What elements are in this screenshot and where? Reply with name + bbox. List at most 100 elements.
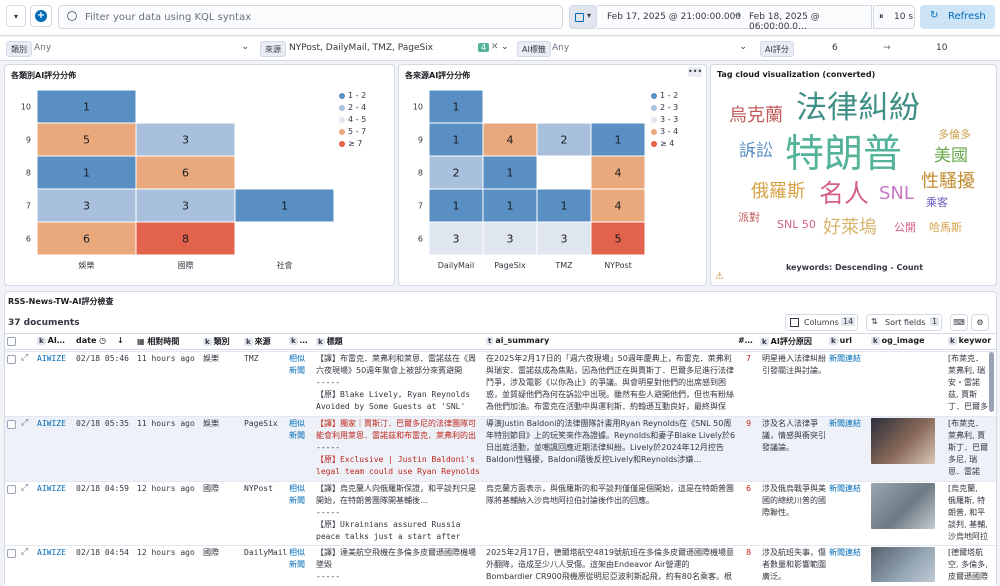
legend-label: ≥ 4 [660, 139, 675, 148]
col-header-similar[interactable]: k… [289, 336, 315, 350]
tag-word[interactable]: 派對 [738, 212, 760, 223]
columns-button[interactable]: Columns 14 [785, 314, 858, 331]
tag-word[interactable]: 多倫多 [938, 129, 971, 140]
heatmap-cell-value: 2 [453, 167, 460, 180]
col-header-url-label: url [839, 336, 853, 345]
tag-word[interactable]: 特朗普 [785, 135, 902, 174]
tag-word[interactable]: 乘客 [926, 197, 948, 208]
legend-item[interactable]: 5 - 7 [339, 127, 366, 136]
date-end[interactable]: Feb 18, 2025 @ 06:00:00.0… [749, 12, 871, 32]
legend-item[interactable]: 1 - 2 [651, 91, 678, 100]
legend-item[interactable]: 2 - 4 [339, 103, 366, 112]
title-translated: 【譯】烏克蘭人向俄羅斯保證，和平談判只是開始，在特朗普團隊開基輔後… [316, 484, 476, 505]
category-select[interactable]: Any ⌄ [30, 40, 255, 58]
display-settings-icon[interactable]: ⚙ [971, 314, 989, 331]
col-header-ai-summary-label: ai_summary [495, 336, 550, 345]
score-min[interactable]: 6 [832, 43, 838, 53]
source-cell: PageSix [244, 419, 278, 428]
tag-cloud-footer: keywords: Descending - Count [785, 263, 924, 272]
source-select[interactable]: NYPost, DailyMail, TMZ, PageSix 4 ✕ ⌄ [285, 40, 510, 58]
col-header-reason[interactable]: k AI評分原因 [760, 336, 828, 350]
news-link[interactable]: 新聞連結 [829, 418, 869, 430]
score-arrow: → [883, 43, 891, 53]
table-scrollbar[interactable] [989, 352, 994, 412]
row-checkbox[interactable] [7, 485, 16, 494]
row-checkbox[interactable] [7, 355, 16, 364]
score-max[interactable]: 10 [936, 43, 947, 53]
keyboard-icon[interactable]: ⌨ [950, 314, 968, 331]
ai-cell[interactable]: AIWIZE [37, 353, 75, 365]
legend-label: 1 - 2 [660, 91, 679, 100]
col-header-category[interactable]: k 類別 [203, 336, 243, 350]
col-header-ai-summary[interactable]: t ai_summary [486, 336, 736, 350]
legend-swatch [651, 104, 657, 111]
col-header-ai[interactable]: k AI… [37, 336, 69, 350]
calendar-icon [575, 13, 584, 22]
legend-item[interactable]: 3 - 3 [651, 115, 678, 124]
warning-icon: ⚠ [715, 271, 724, 282]
relative-time-cell: 12 hours ago [137, 484, 195, 493]
expand-icon[interactable]: ⤢ [21, 483, 28, 493]
tag-word[interactable]: 烏克蘭 [729, 107, 783, 125]
tag-word[interactable]: 哈馬斯 [929, 222, 962, 233]
sort-fields-button[interactable]: ⇅ Sort fields 1 [866, 314, 942, 331]
news-link[interactable]: 新聞連結 [829, 483, 869, 495]
heatmap-cell-value: 4 [507, 134, 514, 147]
chevron-down-icon: ⌄ [501, 42, 509, 52]
tag-word[interactable]: 美國 [934, 148, 968, 165]
y-tick-label: 9 [418, 136, 423, 145]
tag-word[interactable]: 性騷擾 [921, 173, 975, 191]
col-header-keywords[interactable]: k keywor [948, 336, 994, 350]
col-header-keywords-label: keywor [958, 336, 992, 345]
row-checkbox[interactable] [7, 420, 16, 429]
legend-item[interactable]: 1 - 2 [339, 91, 366, 100]
ai-cell[interactable]: AIWIZE [37, 547, 75, 559]
tag-word[interactable]: 訴訟 [739, 143, 773, 160]
refresh-interval[interactable]: ⏸ 10 s [873, 5, 915, 29]
clear-icon[interactable]: ✕ [491, 42, 499, 52]
legend-item[interactable]: 4 - 5 [339, 115, 366, 124]
clock-icon: ◷ [99, 336, 107, 345]
heatmap-cell-value: 1 [83, 167, 90, 180]
row-checkbox[interactable] [7, 549, 16, 558]
refresh-button[interactable]: ↻ Refresh [920, 5, 995, 29]
tag-word[interactable]: 好萊塢 [823, 219, 877, 237]
legend-item[interactable]: 3 - 4 [651, 127, 678, 136]
add-filter-button[interactable]: + [30, 5, 52, 27]
col-header-url[interactable]: k url [829, 336, 869, 350]
col-header-score[interactable]: #… [738, 336, 756, 350]
col-header-relative-time[interactable]: ▦ 相對時間 [137, 336, 199, 350]
legend-item[interactable]: ≥ 7 [339, 139, 362, 148]
date-picker-button[interactable]: ▾ [569, 5, 597, 29]
news-link[interactable]: 新聞連結 [829, 353, 869, 365]
similar-news-link[interactable]: 相似新聞 [289, 353, 309, 377]
legend-item[interactable]: ≥ 4 [651, 139, 674, 148]
reason-cell: 明星捲入法律糾紛引發關注與討論。 [762, 354, 826, 375]
query-menu-button[interactable]: ▾ [6, 5, 26, 27]
similar-news-link[interactable]: 相似新聞 [289, 547, 309, 571]
tag-word[interactable]: 法律糾紛 [796, 93, 920, 124]
legend-swatch [651, 140, 657, 147]
search-input[interactable]: Filter your data using KQL syntax [58, 5, 563, 29]
ai-cell[interactable]: AIWIZE [37, 418, 75, 430]
legend-item[interactable]: 2 - 3 [651, 103, 678, 112]
similar-news-link[interactable]: 相似新聞 [289, 418, 309, 442]
tag-word[interactable]: 名人 [819, 181, 869, 206]
tag-word[interactable]: 俄羅斯 [751, 183, 805, 201]
similar-news-link[interactable]: 相似新聞 [289, 483, 309, 507]
tag-select[interactable]: Any ⌄ [548, 40, 753, 58]
col-header-date[interactable]: date ◷ ↓ [76, 336, 136, 350]
col-header-source[interactable]: k 來源 [244, 336, 288, 350]
expand-icon[interactable]: ⤢ [21, 547, 28, 557]
date-start[interactable]: Feb 17, 2025 @ 21:00:00.000 [607, 12, 741, 22]
expand-icon[interactable]: ⤢ [21, 418, 28, 428]
tag-word[interactable]: SNL [879, 185, 914, 203]
expand-icon[interactable]: ⤢ [21, 353, 28, 363]
ai-cell[interactable]: AIWIZE [37, 483, 75, 495]
tag-word[interactable]: SNL 50 [777, 219, 816, 230]
select-all-checkbox[interactable] [7, 337, 16, 346]
tag-word[interactable]: 公開 [894, 222, 916, 233]
col-header-og-image[interactable]: k og_image [871, 336, 946, 350]
news-link[interactable]: 新聞連結 [829, 547, 869, 559]
col-header-title[interactable]: k 標題 [316, 336, 481, 350]
